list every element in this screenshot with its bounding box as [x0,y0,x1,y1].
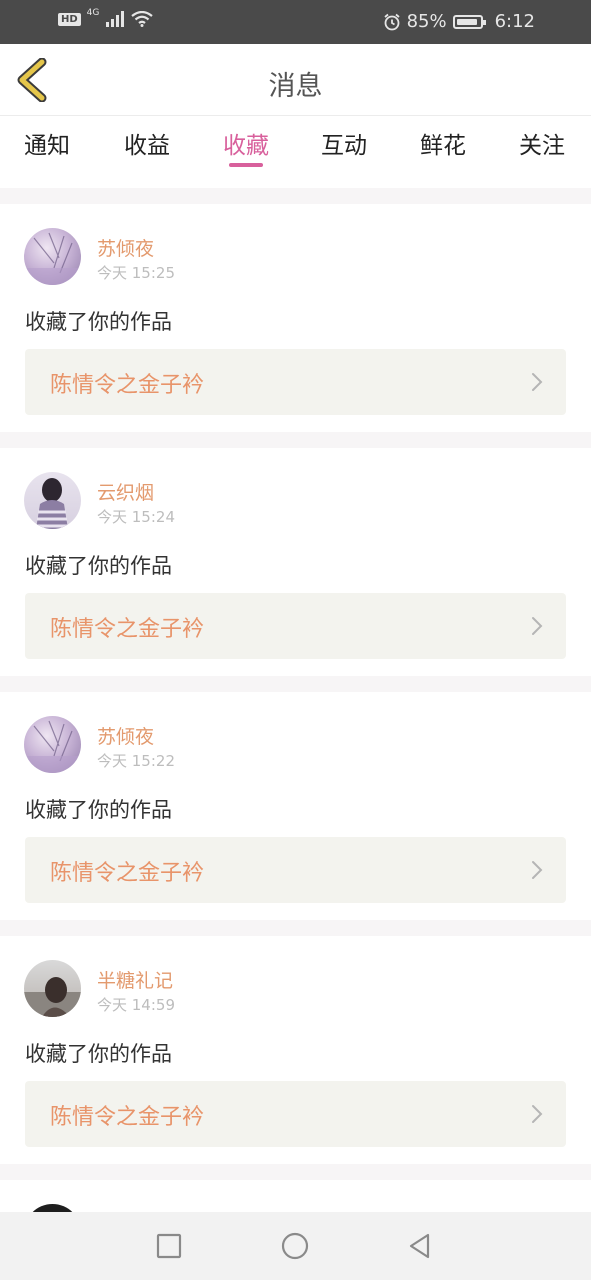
system-nav-bar [0,1212,591,1280]
timestamp: 今天 15:22 [97,752,175,770]
tab-flowers[interactable]: 鲜花 [420,126,466,160]
signal-icon [106,11,125,27]
work-title: 陈情令之金子衿 [50,617,205,642]
tab-notice[interactable]: 通知 [24,126,70,160]
avatar-image [24,232,81,285]
work-link[interactable]: 陈情令之金子衿 [25,349,566,415]
header: 消息 [0,44,591,116]
notification-card: 云织烟 今天 15:24 收藏了你的作品 陈情令之金子衿 [0,448,591,676]
action-text: 收藏了你的作品 [25,554,172,578]
work-link[interactable]: 陈情令之金子衿 [25,1081,566,1147]
timestamp: 今天 15:25 [97,264,175,282]
status-bar: HD 4G 85% 6:12 [0,0,591,44]
clock: 6:12 [494,11,535,32]
page-title: 消息 [268,71,323,102]
avatar[interactable] [24,960,81,1017]
work-link[interactable]: 陈情令之金子衿 [25,837,566,903]
chevron-right-icon [532,617,543,635]
chevron-right-icon [532,1105,543,1123]
wifi-icon [131,11,154,27]
hd-badge: HD [58,12,81,26]
notification-card: 半糖礼记 今天 14:59 收藏了你的作品 陈情令之金子衿 [0,936,591,1164]
work-title: 陈情令之金子衿 [50,373,205,398]
tab-bar: 通知 收益 收藏 互动 鲜花 关注 [0,116,591,188]
avatar[interactable] [24,472,81,529]
alarm-icon [383,13,400,30]
chevron-right-icon [532,861,543,879]
username[interactable]: 云织烟 [97,478,154,505]
active-tab-indicator [229,163,263,167]
notification-card: 苏倾夜 今天 15:25 收藏了你的作品 陈情令之金子衿 [0,204,591,432]
username[interactable]: 半糖礼记 [97,966,173,993]
avatar[interactable] [24,716,81,773]
back-icon[interactable] [406,1232,434,1260]
home-icon[interactable] [281,1232,309,1260]
battery-percent: 85% [406,11,447,32]
chevron-right-icon [532,373,543,391]
username[interactable]: 苏倾夜 [97,722,154,749]
work-title: 陈情令之金子衿 [50,861,205,886]
tab-earnings[interactable]: 收益 [124,126,170,160]
work-link[interactable]: 陈情令之金子衿 [25,593,566,659]
tab-interaction[interactable]: 互动 [321,126,367,160]
timestamp: 今天 14:59 [97,996,175,1014]
status-right: 85% 6:12 [383,11,535,32]
avatar-image [24,977,81,1017]
tab-favorites[interactable]: 收藏 [223,126,269,160]
avatar-image [36,478,68,529]
recent-apps-icon[interactable] [155,1232,183,1260]
timestamp: 今天 15:24 [97,508,175,526]
username[interactable]: 苏倾夜 [97,234,154,261]
action-text: 收藏了你的作品 [25,798,172,822]
action-text: 收藏了你的作品 [25,310,172,334]
network-type: 4G [86,8,100,18]
notification-card: 苏倾夜 今天 15:22 收藏了你的作品 陈情令之金子衿 [0,692,591,920]
avatar[interactable] [24,228,81,285]
work-title: 陈情令之金子衿 [50,1105,205,1130]
avatar-image [24,720,81,773]
action-text: 收藏了你的作品 [25,1042,172,1066]
tab-following[interactable]: 关注 [519,126,565,160]
battery-icon [452,14,486,29]
status-left: HD 4G [58,8,154,27]
